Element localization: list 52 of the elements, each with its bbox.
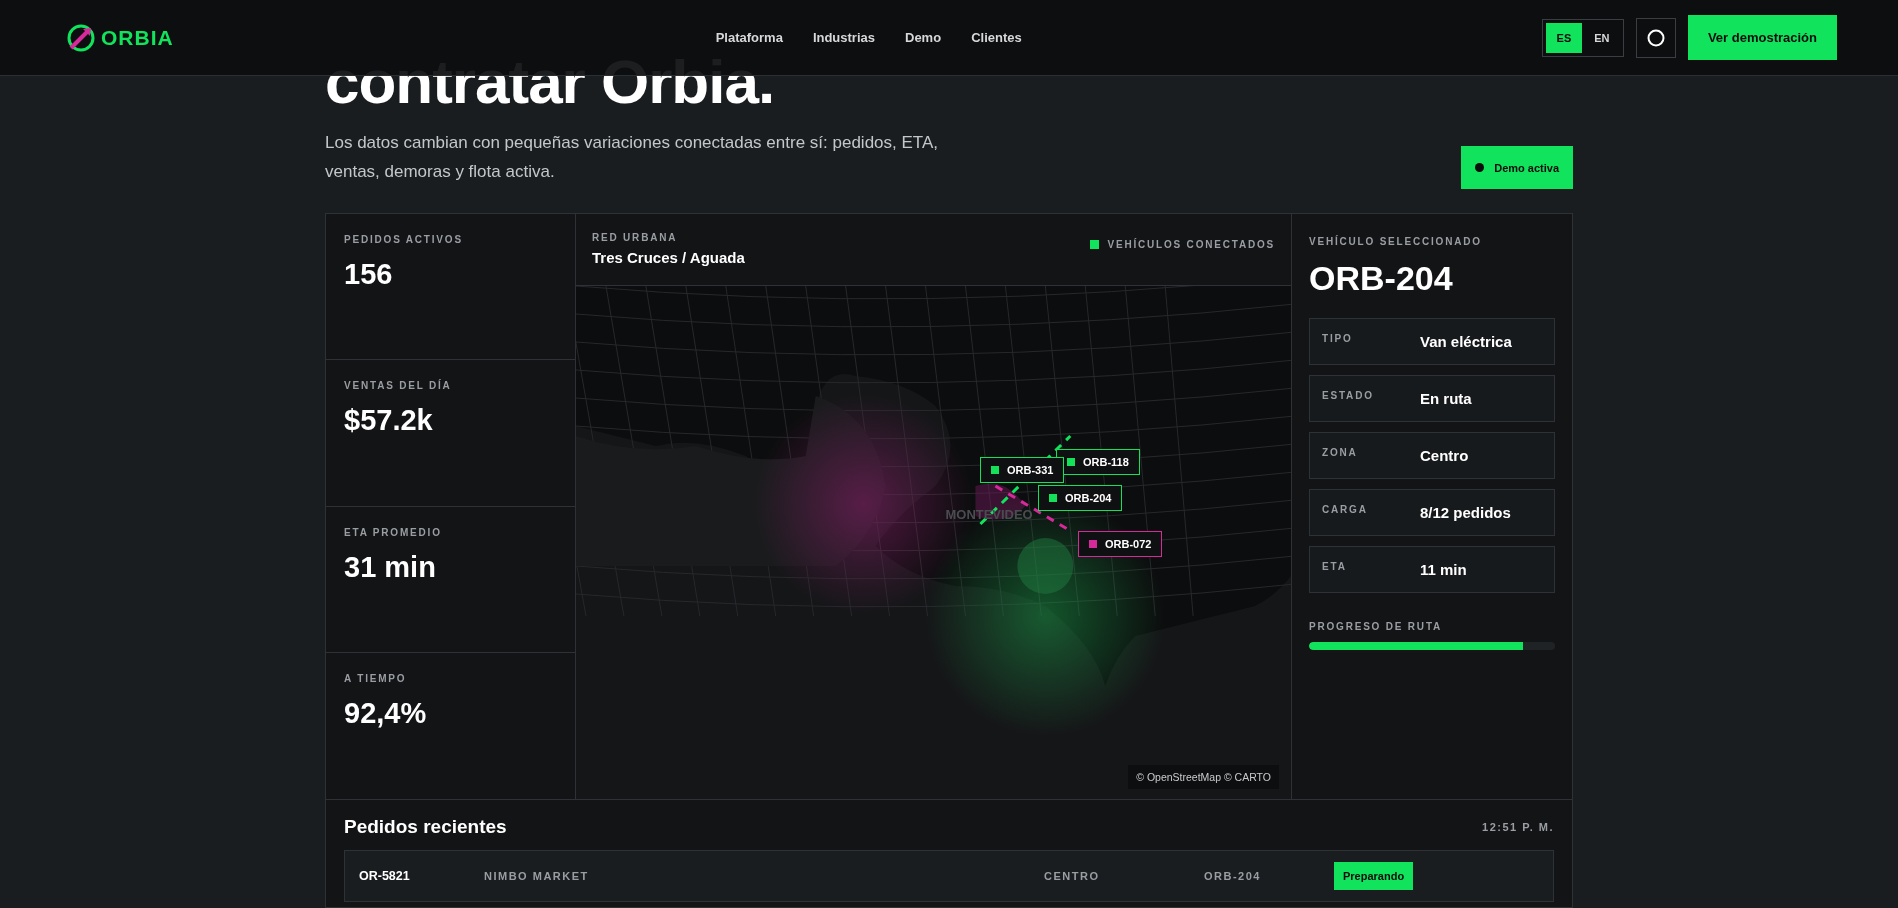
map-attribution[interactable]: © OpenStreetMap © CARTO <box>1128 765 1279 789</box>
theme-toggle-button[interactable] <box>1635 17 1676 58</box>
map-eyebrow: RED URBANA <box>592 232 679 243</box>
legend-icon <box>1089 239 1099 249</box>
kpi-label: A TIEMPO <box>344 672 408 684</box>
city-label: MONTEVIDEO <box>945 507 1033 522</box>
nav-link[interactable]: Plataforma <box>715 30 783 45</box>
detail-value: 8/12 pedidos <box>1420 504 1511 521</box>
detail-label: CARGA <box>1322 504 1369 515</box>
vehicle-marker[interactable]: ORB-204 <box>1038 485 1123 511</box>
kpi-label: ETA PROMEDIO <box>344 526 443 538</box>
status-badge: Preparando <box>1334 862 1414 890</box>
vehicle-marker[interactable]: ORB-331 <box>980 457 1065 483</box>
hero-description: Los datos cambian con pequeñas variaciones conectadas entre sí: pedidos, ETA, ventas, demoras y flota activa. <box>325 132 939 183</box>
legend-label: VEHÍCULOS CONECTADOS <box>1107 238 1275 250</box>
detail-label: ESTADO <box>1322 390 1375 401</box>
kpi-value: 31 min <box>344 550 437 584</box>
order-id: OR-5821 <box>359 869 411 883</box>
kpi-label: PEDIDOS ACTIVOS <box>344 234 464 245</box>
language-button[interactable]: EN <box>1583 22 1620 53</box>
section-title: Pedidos recientes <box>344 816 507 838</box>
detail-value: En ruta <box>1420 390 1472 407</box>
language-button[interactable]: ES <box>1545 22 1582 53</box>
nav-link[interactable]: Industrias <box>812 30 875 45</box>
kpi-value: 156 <box>344 258 394 291</box>
nav-link[interactable]: Demo <box>905 30 942 45</box>
detail-value: 11 min <box>1420 561 1467 578</box>
nav-link[interactable]: Clientes <box>971 30 1022 45</box>
circle-icon <box>1646 28 1665 47</box>
clock-time: 12:51 P. M. <box>1482 821 1554 833</box>
vehicle-marker[interactable]: ORB-118 <box>1056 449 1140 475</box>
client-name: NIMBO MARKET <box>484 870 590 882</box>
detail-label: TIPO <box>1322 333 1354 344</box>
map-title: Tres Cruces / Aguada <box>592 249 745 266</box>
vehicle-marker[interactable]: ORB-072 <box>1078 531 1163 557</box>
progress-label: PROGRESO DE RUTA <box>1309 621 1444 632</box>
vehicle-code: ORB-204 <box>1204 870 1262 882</box>
kpi-label: VENTAS DEL DÍA <box>344 380 453 392</box>
detail-value: Centro <box>1420 447 1469 464</box>
kpi-value: 92,4% <box>344 696 428 730</box>
order-row[interactable]: OR-5821 NIMBO MARKET CENTRO ORB-204 Preparando <box>344 850 1554 902</box>
vehicle-id: ORB-204 <box>1309 259 1454 298</box>
panel-eyebrow: VEHÍCULO SELECCIONADO <box>1309 236 1483 247</box>
status-badge: Demo activa <box>1461 146 1573 189</box>
detail-label: ZONA <box>1322 447 1359 458</box>
demo-button[interactable]: Ver demostración <box>1687 15 1837 60</box>
logo-text[interactable]: ORBIA <box>101 25 174 50</box>
detail-value: Van eléctrica <box>1420 333 1512 350</box>
hero-title: contratar Orbia. <box>325 47 775 116</box>
kpi-value: $57.2k <box>344 404 434 438</box>
zone-name: CENTRO <box>1044 870 1101 882</box>
detail-label: ETA <box>1322 561 1348 572</box>
